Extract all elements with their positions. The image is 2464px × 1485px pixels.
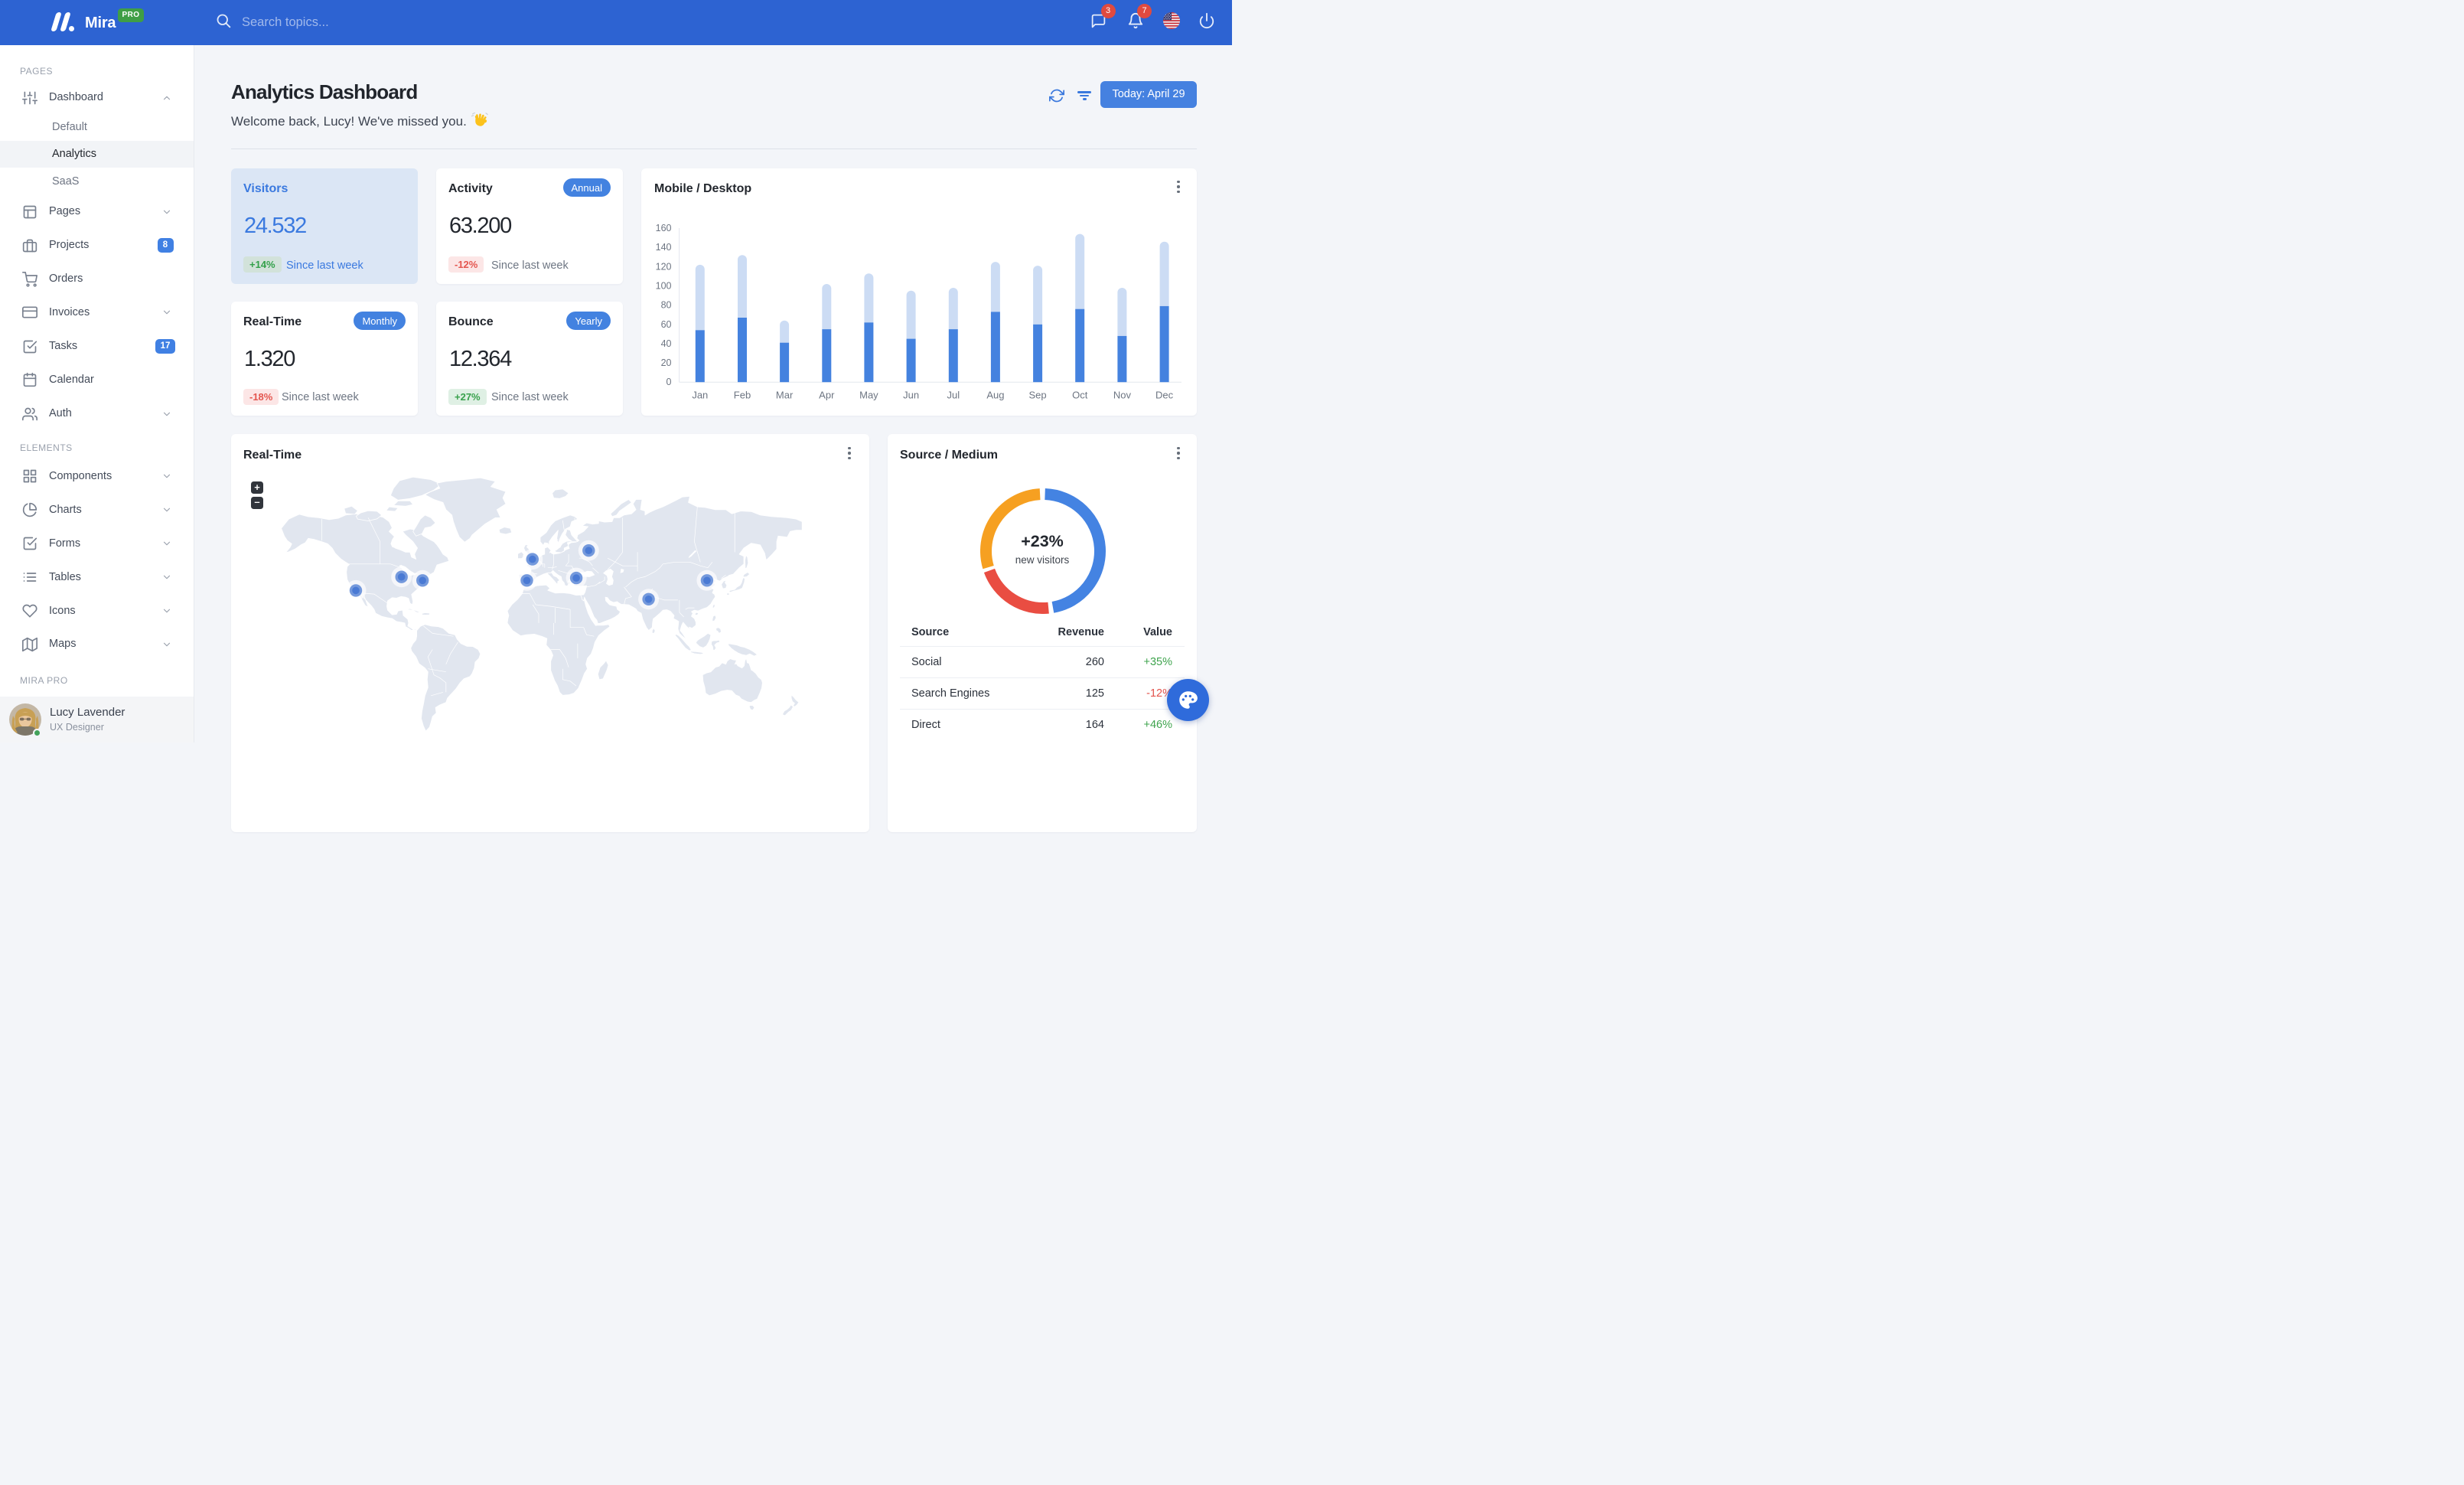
svg-text:Jun: Jun <box>903 390 919 401</box>
svg-text:Apr: Apr <box>819 390 835 401</box>
svg-text:Jul: Jul <box>947 390 960 401</box>
svg-text:100: 100 <box>656 281 672 292</box>
svg-text:Jan: Jan <box>692 390 708 401</box>
svg-text:Mar: Mar <box>776 390 794 401</box>
svg-text:May: May <box>859 390 878 401</box>
svg-text:80: 80 <box>661 300 672 311</box>
svg-text:Nov: Nov <box>1113 390 1132 401</box>
svg-text:120: 120 <box>656 261 672 272</box>
svg-text:60: 60 <box>661 319 672 330</box>
svg-text:Oct: Oct <box>1072 390 1088 401</box>
svg-text:Aug: Aug <box>986 390 1004 401</box>
svg-text:160: 160 <box>656 223 672 233</box>
svg-text:20: 20 <box>661 357 672 368</box>
svg-text:0: 0 <box>667 377 672 387</box>
svg-text:Dec: Dec <box>1155 390 1174 401</box>
svg-text:40: 40 <box>661 338 672 349</box>
svg-text:Feb: Feb <box>734 390 751 401</box>
svg-text:140: 140 <box>656 242 672 253</box>
svg-text:Sep: Sep <box>1029 390 1047 401</box>
